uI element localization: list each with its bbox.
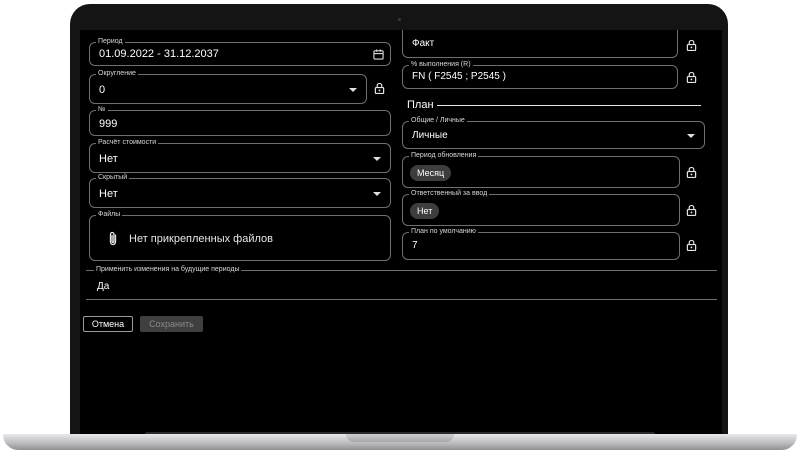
- lock-icon[interactable]: [686, 39, 697, 51]
- chevron-down-icon: [373, 157, 381, 161]
- period-value: 01.09.2022 - 31.12.2037: [99, 48, 219, 60]
- apply-future-field[interactable]: Применить изменения на будущие периоды Д…: [86, 265, 717, 300]
- camera-icon: [398, 18, 401, 21]
- app-screen: Период 01.09.2022 - 31.12.2037 Округлени…: [80, 30, 722, 438]
- general-personal-value: Личные: [412, 130, 448, 141]
- cancel-button[interactable]: Отмена: [83, 316, 133, 332]
- responsible-chip: Нет: [410, 203, 440, 219]
- paperclip-icon[interactable]: [109, 231, 117, 246]
- update-period-chip: Месяц: [410, 165, 452, 181]
- lock-icon[interactable]: [686, 166, 697, 178]
- apply-future-label: Применить изменения на будущие периоды: [94, 265, 242, 275]
- lock-icon[interactable]: [686, 204, 697, 216]
- files-label: Файлы: [96, 210, 123, 220]
- hidden-value: Нет: [99, 188, 118, 200]
- lock-icon[interactable]: [686, 239, 697, 251]
- period-label: Период: [96, 37, 125, 47]
- update-period-field[interactable]: Период обновления Месяц: [402, 151, 680, 188]
- save-button[interactable]: Сохранить: [140, 316, 203, 332]
- number-label: №: [96, 105, 108, 115]
- chevron-down-icon: [687, 134, 695, 138]
- lock-icon[interactable]: [686, 71, 697, 83]
- plan-section-divider: [437, 105, 701, 106]
- default-plan-label: План по умолчанию: [409, 227, 478, 237]
- files-field[interactable]: Файлы Нет прикрепленных файлов: [89, 210, 391, 261]
- laptop-base-notch: [346, 434, 454, 442]
- rounding-select[interactable]: Округление 0: [89, 69, 367, 104]
- lock-icon[interactable]: [374, 82, 385, 94]
- general-personal-label: Общие / Личные: [409, 116, 467, 126]
- completion-value: FN ( F2545 ; P2545 ): [412, 71, 506, 82]
- fact-value: Факт: [412, 38, 435, 49]
- period-field[interactable]: Период 01.09.2022 - 31.12.2037: [89, 37, 391, 66]
- cost-calc-label: Расчёт стоимости: [96, 138, 159, 148]
- cost-calc-value: Нет: [99, 153, 118, 165]
- chevron-down-icon: [349, 88, 357, 92]
- cost-calc-select[interactable]: Расчёт стоимости Нет: [89, 138, 391, 173]
- update-period-label: Период обновления: [409, 151, 479, 161]
- responsible-label: Ответственный за ввод: [409, 189, 490, 199]
- fact-field[interactable]: Факт: [402, 30, 678, 58]
- plan-section-title: План: [407, 99, 434, 111]
- hidden-label: Скрытый: [96, 173, 130, 183]
- rounding-label: Округление: [96, 69, 138, 79]
- chevron-down-icon: [373, 192, 381, 196]
- number-field[interactable]: № 999: [89, 105, 391, 136]
- default-plan-value: 7: [412, 240, 418, 251]
- number-value: 999: [99, 118, 118, 130]
- rounding-value: 0: [99, 84, 106, 96]
- apply-future-value: Да: [97, 281, 110, 292]
- responsible-field[interactable]: Ответственный за ввод Нет: [402, 189, 680, 226]
- default-plan-field[interactable]: План по умолчанию 7: [402, 227, 680, 260]
- calendar-icon[interactable]: [373, 49, 384, 60]
- completion-field[interactable]: % выполнения (R) FN ( F2545 ; P2545 ): [402, 60, 678, 89]
- files-value: Нет прикрепленных файлов: [129, 233, 273, 245]
- completion-label: % выполнения (R): [409, 60, 473, 70]
- hidden-select[interactable]: Скрытый Нет: [89, 173, 391, 208]
- general-personal-select[interactable]: Общие / Личные Личные: [402, 116, 705, 149]
